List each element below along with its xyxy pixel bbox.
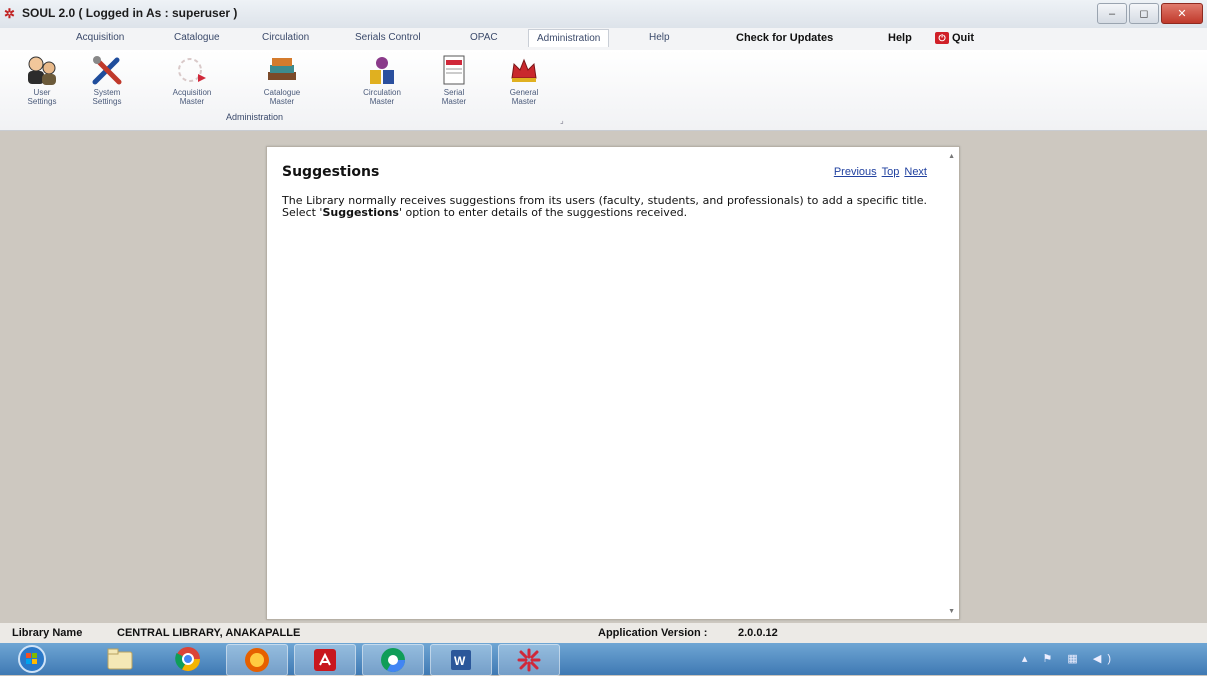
minimize-button[interactable]: – <box>1097 3 1127 24</box>
help-button[interactable]: Help <box>888 32 912 44</box>
menu-acquisition[interactable]: Acquisition <box>76 32 124 43</box>
serial-master-icon <box>436 54 472 86</box>
system-settings-button[interactable]: System Settings <box>79 54 135 106</box>
app-version-label: Application Version : <box>598 627 708 639</box>
library-name-value: CENTRAL LIBRARY, ANAKAPALLE <box>117 627 301 639</box>
circulation-master-button[interactable]: Circulation Master <box>354 54 410 106</box>
scroll-down-icon[interactable]: ▼ <box>948 608 955 615</box>
clock[interactable] <box>1141 647 1193 671</box>
general-master-label: General Master <box>509 88 539 106</box>
circulation-master-icon <box>364 54 400 86</box>
general-master-icon <box>506 54 542 86</box>
system-tray-icons[interactable]: ▴ ⚑ ▦ ◀) <box>1022 652 1117 665</box>
serial-master-button[interactable]: Serial Master <box>426 54 482 106</box>
page-title: Suggestions <box>282 164 380 180</box>
quit-icon: ⏻ <box>935 32 949 45</box>
window-title: SOUL 2.0 ( Logged in As : superuser ) <box>22 6 238 20</box>
taskbar: W ▴ ⚑ ▦ ◀) <box>0 643 1207 676</box>
doc-body: The Library normally receives suggestion… <box>282 194 927 219</box>
menu-administration[interactable]: Administration <box>528 29 610 47</box>
acquisition-master-button[interactable]: Acquisition Master <box>164 54 220 106</box>
menu-help[interactable]: Help <box>649 32 670 43</box>
quit-label: Quit <box>952 32 974 44</box>
catalogue-master-label: Catalogue Master <box>263 88 301 106</box>
circulation-master-label: Circulation Master <box>363 88 401 106</box>
app-logo-icon: ✲ <box>4 6 15 21</box>
previous-link[interactable]: Previous <box>834 166 877 178</box>
user-settings-icon <box>24 54 60 86</box>
firefox-icon[interactable] <box>226 644 288 676</box>
catalogue-master-icon <box>264 54 300 86</box>
next-link[interactable]: Next <box>904 166 927 178</box>
maximize-button[interactable]: ◻ <box>1129 3 1159 24</box>
menu-circulation[interactable]: Circulation <box>262 32 309 43</box>
general-master-button[interactable]: General Master <box>496 54 552 106</box>
pdf-reader-icon[interactable] <box>294 644 356 676</box>
suggestions-emphasis: Suggestions <box>322 206 399 219</box>
title-bar: ✲ SOUL 2.0 ( Logged in As : superuser ) … <box>0 0 1207 28</box>
scroll-up-icon[interactable]: ▲ <box>948 153 955 160</box>
serial-master-label: Serial Master <box>441 88 467 106</box>
ribbon-group-label: Administration <box>226 112 284 122</box>
help-document: ▲ Suggestions Previous Top Next The Librar… <box>266 146 960 620</box>
acquisition-master-icon <box>174 54 210 86</box>
user-settings-button[interactable]: User Settings <box>14 54 70 106</box>
top-link[interactable]: Top <box>882 166 900 178</box>
chrome-icon[interactable] <box>158 644 218 674</box>
menu-serials-control[interactable]: Serials Control <box>355 32 421 43</box>
catalogue-master-button[interactable]: Catalogue Master <box>254 54 310 106</box>
chrome-remote-icon[interactable] <box>362 644 424 676</box>
doc-navigation: Previous Top Next <box>829 166 927 178</box>
word-icon[interactable]: W <box>430 644 492 676</box>
menu-bar: Acquisition Catalogue Circulation Serial… <box>0 28 1207 50</box>
svg-text:W: W <box>454 654 466 668</box>
check-updates-button[interactable]: Check for Updates <box>736 32 833 44</box>
system-settings-icon <box>89 54 125 86</box>
system-settings-label: System Settings <box>92 88 122 106</box>
explorer-icon[interactable] <box>90 644 150 674</box>
status-bar: Library Name CENTRAL LIBRARY, ANAKAPALLE… <box>0 623 1207 643</box>
menu-opac[interactable]: OPAC <box>470 32 498 43</box>
acquisition-master-label: Acquisition Master <box>172 88 212 106</box>
soul-app-icon[interactable] <box>498 644 560 676</box>
ribbon: User Settings System Settings Acquisition M… <box>0 50 1207 131</box>
menu-catalogue[interactable]: Catalogue <box>174 32 220 43</box>
start-orb-icon[interactable] <box>2 644 62 674</box>
user-settings-label: User Settings <box>27 88 57 106</box>
window-controls: – ◻ ✕ <box>1097 3 1203 24</box>
group-launcher-icon[interactable]: ⌟ <box>560 116 564 125</box>
library-name-label: Library Name <box>12 627 83 639</box>
app-version-value: 2.0.0.12 <box>738 627 778 639</box>
close-button[interactable]: ✕ <box>1161 3 1203 24</box>
quit-button[interactable]: ⏻ Quit <box>935 32 974 45</box>
